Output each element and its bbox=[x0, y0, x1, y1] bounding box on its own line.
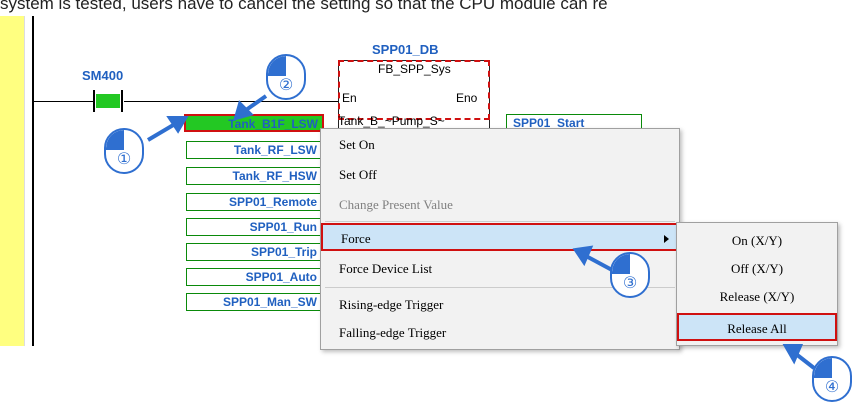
arrow-4 bbox=[794, 352, 816, 370]
pointer-arrows bbox=[146, 94, 816, 370]
arrowhead-3 bbox=[572, 245, 594, 267]
arrow-1 bbox=[146, 122, 177, 142]
arrowhead-2 bbox=[233, 100, 254, 121]
arrowhead-1 bbox=[166, 116, 189, 134]
step-marker-3: ③ bbox=[610, 252, 650, 298]
step-marker-1: ① bbox=[104, 128, 144, 174]
arrow-3 bbox=[585, 254, 613, 272]
step-marker-4: ④ bbox=[812, 356, 852, 402]
step-marker-2: ② bbox=[266, 54, 306, 100]
arrow-2 bbox=[244, 94, 268, 112]
